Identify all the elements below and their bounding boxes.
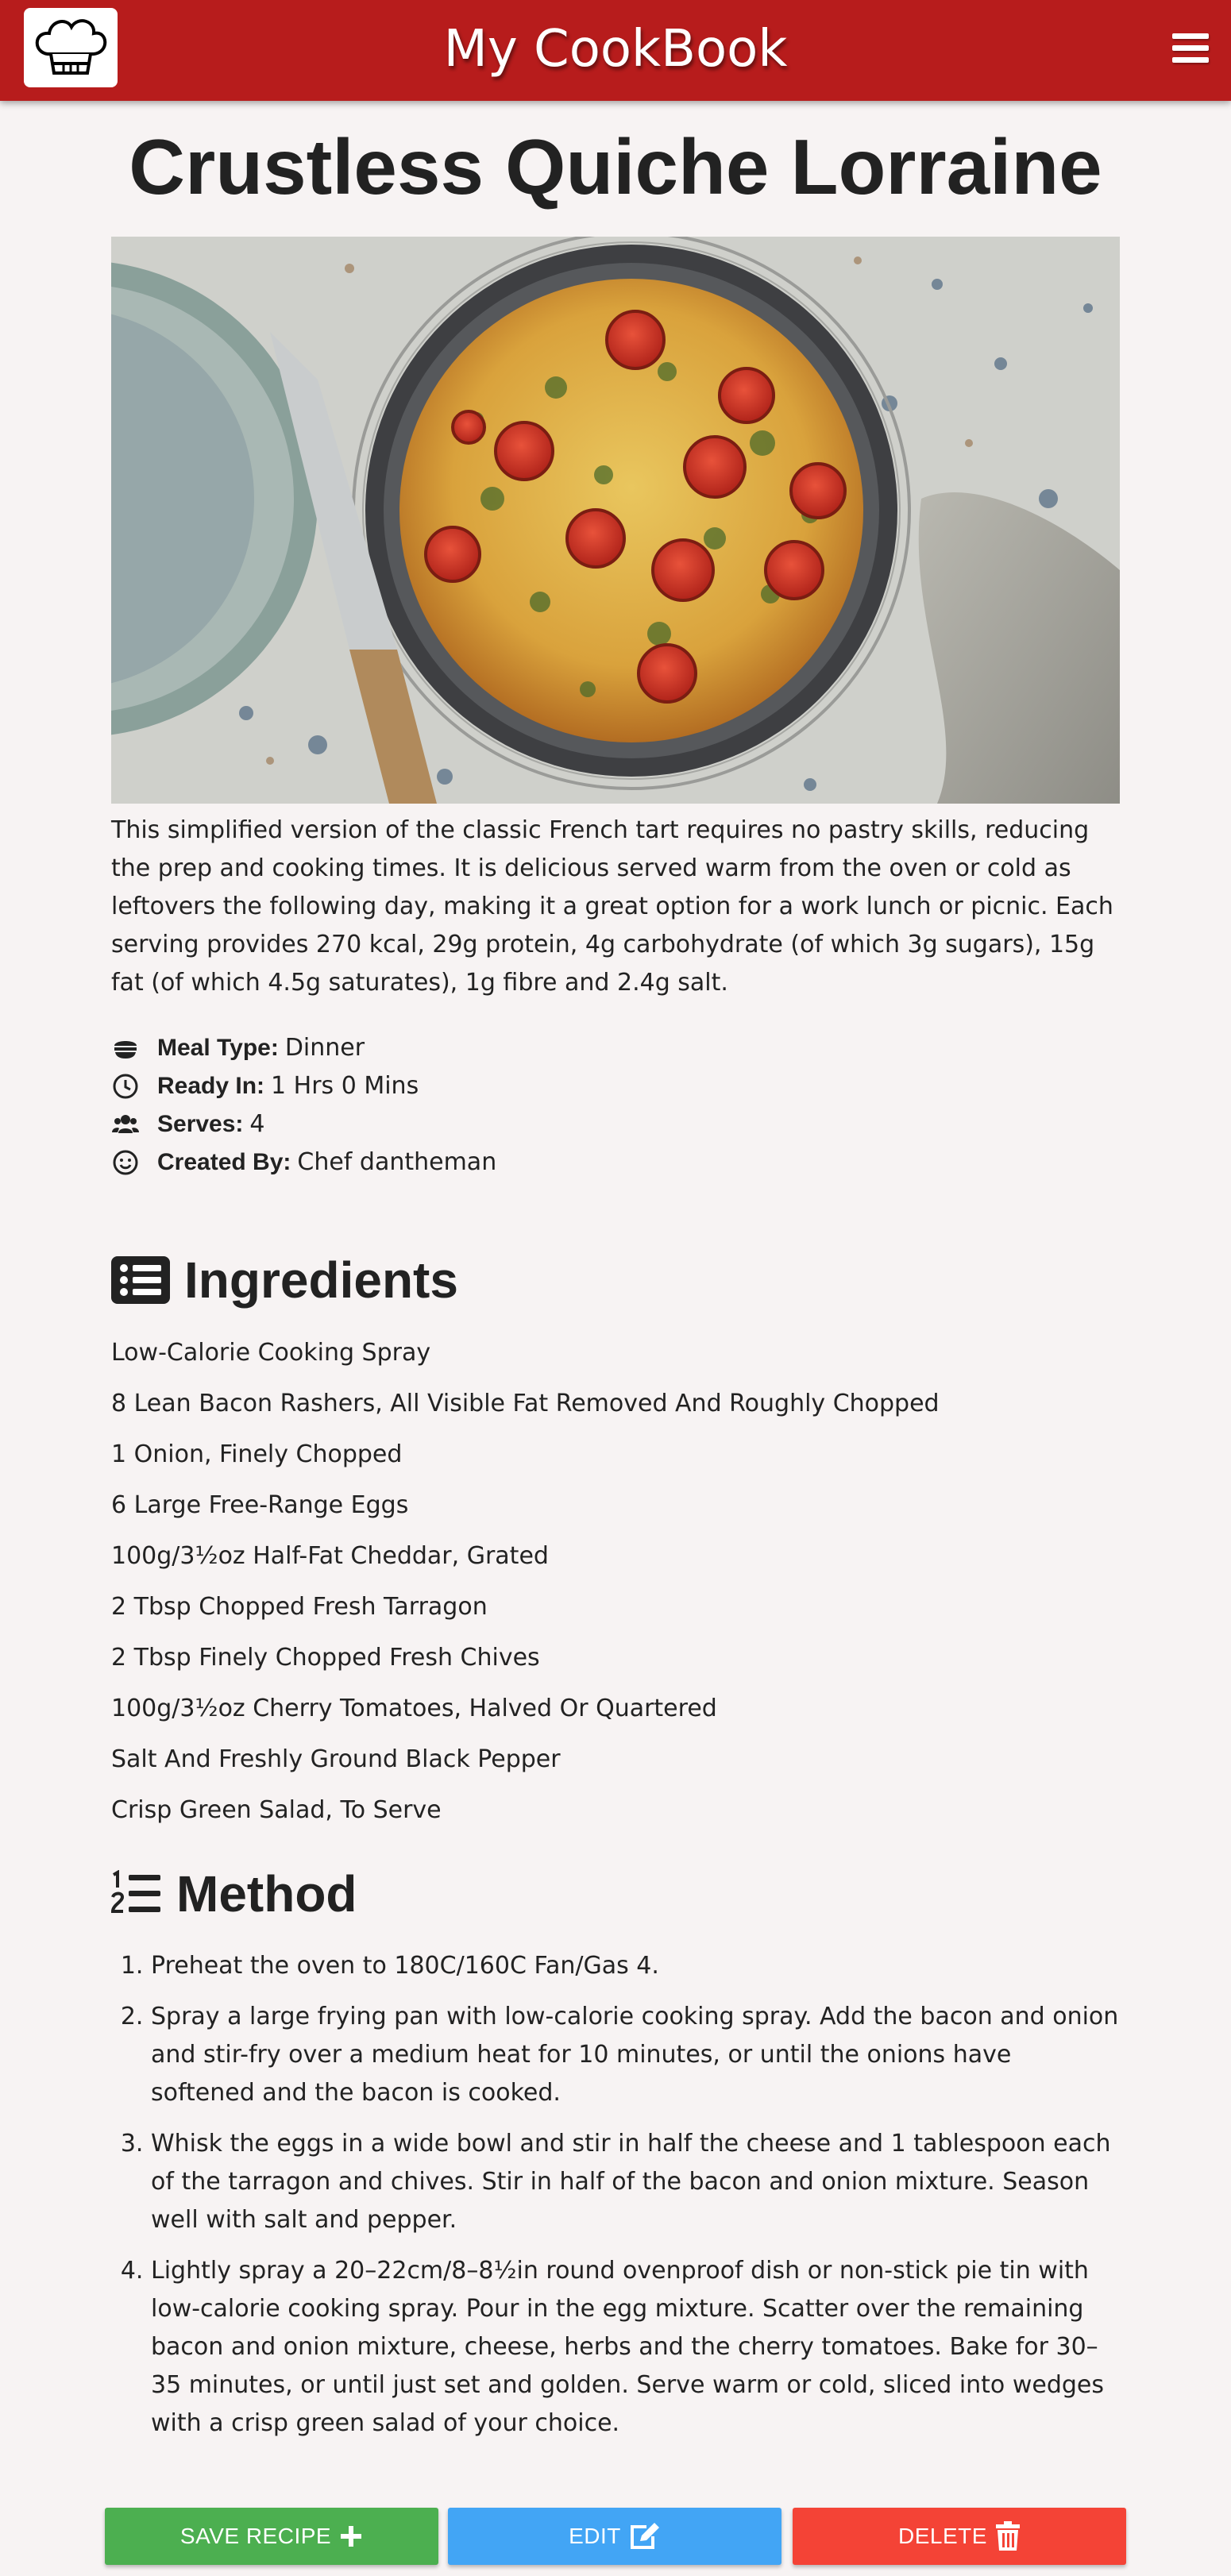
- meta-label: Serves:: [157, 1111, 244, 1137]
- method-step: Whisk the eggs in a wide bowl and stir i…: [151, 2125, 1120, 2239]
- recipe-title: Crustless Quiche Lorraine: [129, 123, 1102, 210]
- method-heading-text: Method: [176, 1865, 357, 1922]
- method-steps: Preheat the oven to 180C/160C Fan/Gas 4.…: [111, 1947, 1120, 2455]
- recipe-actions: SAVE RECIPE EDIT DELETE: [105, 2508, 1126, 2565]
- list-alt-icon: [111, 1256, 170, 1304]
- meta-label: Created By:: [157, 1149, 291, 1175]
- ingredient-item: 6 Large Free-Range Eggs: [111, 1491, 409, 1519]
- meta-serves: Serves: 4: [111, 1105, 1120, 1143]
- ingredient-item: Crisp Green Salad, To Serve: [111, 1796, 442, 1824]
- method-step: Preheat the oven to 180C/160C Fan/Gas 4.: [151, 1947, 1120, 1985]
- meal-bowl-icon: [111, 1034, 140, 1062]
- save-recipe-label: SAVE RECIPE: [179, 2524, 332, 2548]
- brand-title[interactable]: My CookBook: [0, 0, 1231, 101]
- method-step: Lightly spray a 20–22cm/8–8½in round ove…: [151, 2252, 1120, 2443]
- save-recipe-button[interactable]: SAVE RECIPE: [105, 2508, 438, 2565]
- hamburger-menu-icon[interactable]: [1172, 33, 1209, 65]
- ingredient-item: 1 Onion, Finely Chopped: [111, 1440, 403, 1468]
- list-ol-icon: [111, 1870, 162, 1918]
- ingredient-item: Salt And Freshly Ground Black Pepper: [111, 1745, 561, 1773]
- meta-label: Ready In:: [157, 1073, 265, 1099]
- plus-icon: [339, 2524, 363, 2548]
- ingredients-heading-text: Ingredients: [184, 1251, 458, 1309]
- edit-icon: [629, 2522, 661, 2551]
- quiche-photo: [111, 237, 1120, 804]
- clock-icon: [111, 1072, 140, 1101]
- ingredient-item: 100g/3½oz Half-Fat Cheddar, Grated: [111, 1542, 549, 1570]
- navbar: My CookBook: [0, 0, 1231, 101]
- method-heading: Method: [111, 1862, 357, 1926]
- delete-button[interactable]: DELETE: [793, 2508, 1126, 2565]
- meta-created-by: Created By: Chef dantheman: [111, 1143, 1120, 1182]
- recipe-description: This simplified version of the classic F…: [111, 816, 1113, 997]
- method-step: Spray a large frying pan with low-calori…: [151, 1998, 1120, 2112]
- meta-ready-in: Ready In: 1 Hrs 0 Mins: [111, 1067, 1120, 1105]
- ingredient-item: 8 Lean Bacon Rashers, All Visible Fat Re…: [111, 1390, 940, 1417]
- recipe-image: [111, 237, 1120, 804]
- ingredient-item: Low-Calorie Cooking Spray: [111, 1339, 431, 1367]
- users-icon: [111, 1110, 140, 1139]
- ingredients-list: Low-Calorie Cooking Spray 8 Lean Bacon R…: [111, 1334, 1120, 1842]
- trash-icon: [995, 2521, 1021, 2551]
- meta-meal-type: Meal Type: Dinner: [111, 1029, 1120, 1067]
- ingredient-item: 2 Tbsp Finely Chopped Fresh Chives: [111, 1644, 540, 1672]
- meta-label: Meal Type:: [157, 1035, 279, 1061]
- ingredients-heading: Ingredients: [111, 1248, 458, 1312]
- edit-label: EDIT: [569, 2524, 621, 2548]
- edit-button[interactable]: EDIT: [448, 2508, 781, 2565]
- recipe-meta-list: Meal Type: Dinner Ready In: 1 Hrs 0 Mins…: [111, 1029, 1120, 1182]
- delete-label: DELETE: [898, 2524, 987, 2548]
- meta-value: 1 Hrs 0 Mins: [271, 1072, 419, 1100]
- ingredient-item: 100g/3½oz Cherry Tomatoes, Halved Or Qua…: [111, 1695, 717, 1722]
- meta-value: Chef dantheman: [297, 1148, 497, 1176]
- meta-value: 4: [249, 1110, 265, 1138]
- smile-icon: [111, 1148, 140, 1177]
- meta-value: Dinner: [284, 1034, 365, 1062]
- ingredient-item: 2 Tbsp Chopped Fresh Tarragon: [111, 1593, 488, 1621]
